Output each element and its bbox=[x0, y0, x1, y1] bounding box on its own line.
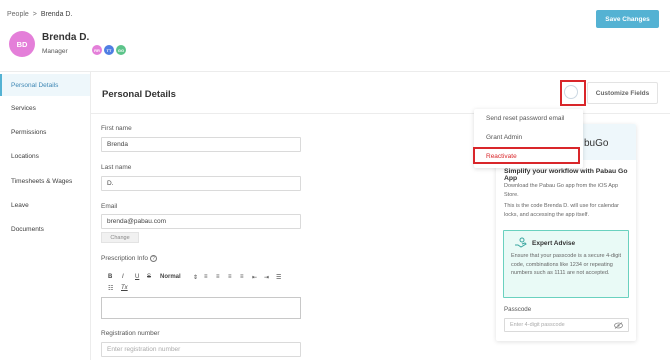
promo-code-text: This is the code Brenda D. will use for … bbox=[504, 203, 619, 218]
strike-button[interactable]: S bbox=[147, 274, 151, 280]
align-left-icon[interactable]: ≡ bbox=[204, 274, 208, 280]
expert-advise-box: Expert Advise Ensure that your passcode … bbox=[503, 230, 629, 298]
promo-brand: buGo bbox=[584, 138, 608, 149]
menu-item-send-reset-password[interactable]: Send reset password email bbox=[486, 115, 564, 122]
badge-pink-avatar[interactable]: RR bbox=[92, 45, 102, 55]
sidebar-item-documents[interactable]: Documents bbox=[0, 218, 90, 240]
expert-advise-text: Ensure that your passcode is a secure 4-… bbox=[511, 253, 622, 276]
rich-text-toolbar: B I U S Normal ⇕ ≡ ≡ ≡ ≡ ⇤ ⇥ ☰ ☷ Tx bbox=[105, 270, 300, 296]
save-changes-button[interactable]: Save Changes bbox=[596, 10, 659, 28]
menu-item-grant-admin[interactable]: Grant Admin bbox=[486, 134, 522, 141]
sidebar-item-leave[interactable]: Leave bbox=[0, 194, 90, 216]
customize-fields-button[interactable]: Customize Fields bbox=[587, 82, 658, 104]
breadcrumb: People > Brenda D. bbox=[7, 11, 72, 18]
prescription-info-text: Prescription Info bbox=[101, 255, 148, 263]
sidebar-item-services[interactable]: Services bbox=[0, 97, 90, 119]
promo-heading: Simplify your workflow with Pabau Go App bbox=[504, 168, 628, 182]
email-label: Email bbox=[101, 203, 118, 210]
sidebar-item-permissions[interactable]: Permissions bbox=[0, 121, 90, 143]
indent-left-icon[interactable]: ⇤ bbox=[252, 274, 257, 281]
registration-number-input[interactable]: Enter registration number bbox=[101, 342, 301, 357]
section-title: Personal Details bbox=[102, 89, 176, 100]
numbered-list-icon[interactable]: ☷ bbox=[108, 285, 113, 292]
registration-number-label: Registration number bbox=[101, 330, 160, 337]
align-right-icon[interactable]: ≡ bbox=[228, 274, 232, 280]
email-input[interactable]: brenda@pabau.com bbox=[101, 214, 301, 229]
info-icon[interactable]: ? bbox=[149, 255, 157, 262]
prescription-info-label: Prescription Info? bbox=[101, 255, 157, 262]
sidebar: Personal Details Services Permissions Lo… bbox=[0, 72, 91, 360]
passcode-input[interactable]: Enter 4-digit passcode bbox=[504, 318, 629, 332]
badge-green-avatar[interactable]: GG bbox=[116, 45, 126, 55]
underline-button[interactable]: U bbox=[135, 274, 139, 280]
first-name-label: First name bbox=[101, 125, 132, 132]
sidebar-item-timesheets-wages[interactable]: Timesheets & Wages bbox=[0, 170, 90, 192]
avatar[interactable]: BD bbox=[9, 31, 35, 57]
highlight-more-options bbox=[560, 80, 586, 106]
bold-button[interactable]: B bbox=[108, 274, 112, 280]
change-email-button[interactable]: Change bbox=[101, 232, 139, 243]
last-name-label: Last name bbox=[101, 164, 132, 171]
prescription-editor[interactable] bbox=[101, 297, 301, 319]
user-name: Brenda D. bbox=[42, 32, 90, 43]
badge-blue-avatar[interactable]: TT bbox=[104, 45, 114, 55]
indent-right-icon[interactable]: ⇥ bbox=[264, 274, 269, 281]
align-justify-icon[interactable]: ≡ bbox=[240, 274, 244, 280]
breadcrumb-current: Brenda D. bbox=[40, 11, 73, 18]
first-name-input[interactable]: Brenda bbox=[101, 137, 301, 152]
promo-brand-suffix: Go bbox=[595, 138, 609, 149]
last-name-input[interactable]: D. bbox=[101, 176, 301, 191]
breadcrumb-separator: > bbox=[32, 11, 37, 18]
breadcrumb-people-link[interactable]: People bbox=[7, 11, 29, 18]
user-role: Manager bbox=[42, 48, 68, 55]
promo-brand-prefix: bu bbox=[584, 138, 596, 149]
passcode-placeholder: Enter 4-digit passcode bbox=[510, 322, 565, 328]
sidebar-item-locations[interactable]: Locations bbox=[0, 145, 90, 167]
format-select[interactable]: Normal bbox=[160, 274, 181, 280]
clear-format-button[interactable]: Tx bbox=[121, 285, 128, 291]
badge-group: RR TT GG bbox=[92, 45, 126, 55]
passcode-label: Passcode bbox=[504, 306, 532, 313]
format-select-spin-icon: ⇕ bbox=[193, 275, 199, 281]
bullet-list-icon[interactable]: ☰ bbox=[276, 274, 281, 281]
align-center-icon[interactable]: ≡ bbox=[216, 274, 220, 280]
hand-icon bbox=[515, 237, 527, 248]
italic-button[interactable]: I bbox=[122, 274, 124, 280]
highlight-reactivate bbox=[473, 147, 580, 164]
top-bar: People > Brenda D. BD Brenda D. Manager RR… bbox=[0, 0, 670, 72]
expert-advise-title: Expert Advise bbox=[532, 240, 576, 247]
sidebar-item-personal-details[interactable]: Personal Details bbox=[0, 74, 90, 96]
eye-off-icon[interactable] bbox=[614, 322, 623, 329]
promo-download-text: Download the Pabau Go app from the iOS A… bbox=[504, 183, 619, 198]
